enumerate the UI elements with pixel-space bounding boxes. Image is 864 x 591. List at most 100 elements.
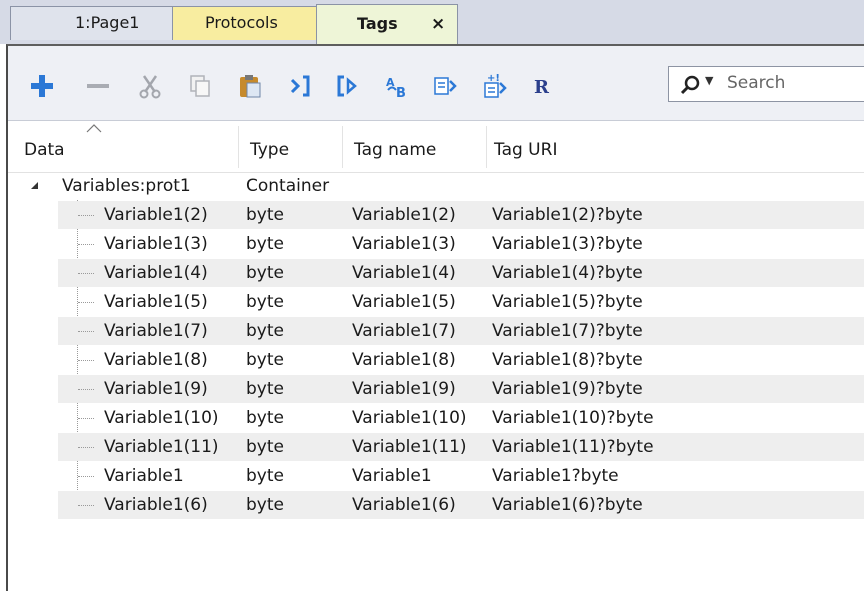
cell-tag-uri: Variable1(9)?byte <box>492 379 643 399</box>
cell-tag-uri: Variable1(5)?byte <box>492 292 643 312</box>
bold-r-icon[interactable]: R <box>528 72 556 100</box>
cell-tag-name: Variable1(5) <box>352 292 456 312</box>
toolbar: AB +! R ▼ Search <box>8 46 864 121</box>
tree-branch <box>78 389 94 391</box>
column-header: Data Type Tag name Tag URI <box>8 122 864 173</box>
cell-data: Variables:prot1 <box>62 176 191 196</box>
cell-tag-name: Variable1(10) <box>352 408 467 428</box>
cell-type: byte <box>246 379 284 399</box>
column-divider[interactable] <box>342 126 343 168</box>
cell-type: byte <box>246 437 284 457</box>
table-row[interactable]: Variable1(8) byte Variable1(8) Variable1… <box>8 346 864 374</box>
column-header-tag-uri[interactable]: Tag URI <box>494 122 557 172</box>
cell-data: Variable1(4) <box>104 263 208 283</box>
table-row[interactable]: Variable1(6) byte Variable1(6) Variable1… <box>8 491 864 519</box>
tab-page1[interactable]: 1:Page1 <box>10 6 178 40</box>
cell-data: Variable1(10) <box>104 408 219 428</box>
table-row[interactable]: Variable1(10) byte Variable1(10) Variabl… <box>8 404 864 432</box>
container-row[interactable]: Variables:prot1 Container <box>8 172 864 200</box>
cell-type: byte <box>246 321 284 341</box>
add-icon[interactable] <box>28 72 56 100</box>
tab-tags[interactable]: Tags × <box>316 4 458 44</box>
import-icon[interactable] <box>286 72 314 100</box>
svg-text:R: R <box>534 77 550 98</box>
close-icon[interactable]: × <box>431 8 445 40</box>
cut-icon[interactable] <box>136 72 164 100</box>
column-header-tag-name[interactable]: Tag name <box>354 122 436 172</box>
cell-type: byte <box>246 350 284 370</box>
cell-tag-name: Variable1(8) <box>352 350 456 370</box>
table-row[interactable]: Variable1(5) byte Variable1(5) Variable1… <box>8 288 864 316</box>
cell-tag-uri: Variable1(6)?byte <box>492 495 643 515</box>
tab-label: 1:Page1 <box>75 13 140 32</box>
tab-label: Tags <box>357 14 398 33</box>
cell-type: byte <box>246 234 284 254</box>
tab-protocols[interactable]: Protocols <box>172 6 320 40</box>
cell-type: byte <box>246 466 284 486</box>
search-placeholder: Search <box>727 73 786 93</box>
tree-branch <box>78 273 94 275</box>
tab-label: Protocols <box>205 13 278 32</box>
cell-tag-uri: Variable1(4)?byte <box>492 263 643 283</box>
cell-tag-name: Variable1(2) <box>352 205 456 225</box>
cell-tag-name: Variable1(7) <box>352 321 456 341</box>
cell-tag-name: Variable1(3) <box>352 234 456 254</box>
copy-icon[interactable] <box>186 72 214 100</box>
cell-tag-uri: Variable1?byte <box>492 466 619 486</box>
table-row[interactable]: Variable1(2) byte Variable1(2) Variable1… <box>8 201 864 229</box>
cell-tag-uri: Variable1(8)?byte <box>492 350 643 370</box>
table-row[interactable]: Variable1(4) byte Variable1(4) Variable1… <box>8 259 864 287</box>
cell-type: byte <box>246 205 284 225</box>
cell-data: Variable1(9) <box>104 379 208 399</box>
tree-branch <box>78 360 94 362</box>
cell-tag-uri: Variable1(11)?byte <box>492 437 654 457</box>
cell-tag-name: Variable1(9) <box>352 379 456 399</box>
column-divider[interactable] <box>486 126 487 168</box>
cell-tag-name: Variable1(6) <box>352 495 456 515</box>
cell-tag-uri: Variable1(2)?byte <box>492 205 643 225</box>
tag-rename-icon[interactable]: AB <box>384 72 412 100</box>
cell-data: Variable1(6) <box>104 495 208 515</box>
svg-text:B: B <box>396 86 406 100</box>
cell-data: Variable1(7) <box>104 321 208 341</box>
cell-type: byte <box>246 495 284 515</box>
cell-tag-name: Variable1 <box>352 466 432 486</box>
tree-branch <box>78 476 94 478</box>
tree-branch <box>78 331 94 333</box>
export-icon[interactable] <box>334 72 362 100</box>
search-icon[interactable] <box>679 73 703 97</box>
tree-branch <box>78 302 94 304</box>
column-header-type[interactable]: Type <box>250 122 289 172</box>
cell-data: Variable1(2) <box>104 205 208 225</box>
sort-ascending-icon[interactable] <box>86 123 102 133</box>
cell-data: Variable1(11) <box>104 437 219 457</box>
add-dictionary-icon[interactable]: +! <box>482 72 510 100</box>
cell-type: byte <box>246 263 284 283</box>
table-row[interactable]: Variable1(9) byte Variable1(9) Variable1… <box>8 375 864 403</box>
tree-branch <box>78 418 94 420</box>
tab-strip: 1:Page1 Protocols Tags × <box>0 0 864 44</box>
cell-tag-name: Variable1(4) <box>352 263 456 283</box>
table-row[interactable]: Variable1(11) byte Variable1(11) Variabl… <box>8 433 864 461</box>
column-divider[interactable] <box>238 126 239 168</box>
table-row[interactable]: Variable1(3) byte Variable1(3) Variable1… <box>8 230 864 258</box>
column-header-data[interactable]: Data <box>24 122 65 172</box>
cell-type: byte <box>246 292 284 312</box>
search-input[interactable]: ▼ Search <box>668 66 864 102</box>
tree-branch <box>78 447 94 449</box>
table-row[interactable]: Variable1(7) byte Variable1(7) Variable1… <box>8 317 864 345</box>
paste-icon[interactable] <box>236 72 264 100</box>
collapse-triangle-icon[interactable] <box>30 181 39 190</box>
table-row[interactable]: Variable1 byte Variable1 Variable1?byte <box>8 462 864 490</box>
cell-type: Container <box>246 176 330 196</box>
remove-icon[interactable] <box>84 72 112 100</box>
cell-tag-uri: Variable1(10)?byte <box>492 408 654 428</box>
cell-data: Variable1 <box>104 466 184 486</box>
cell-data: Variable1(3) <box>104 234 208 254</box>
cell-tag-uri: Variable1(3)?byte <box>492 234 643 254</box>
cell-tag-uri: Variable1(7)?byte <box>492 321 643 341</box>
cell-type: byte <box>246 408 284 428</box>
dictionary-icon[interactable] <box>432 72 460 100</box>
tree-branch <box>78 215 94 217</box>
chevron-down-icon[interactable]: ▼ <box>705 74 713 87</box>
